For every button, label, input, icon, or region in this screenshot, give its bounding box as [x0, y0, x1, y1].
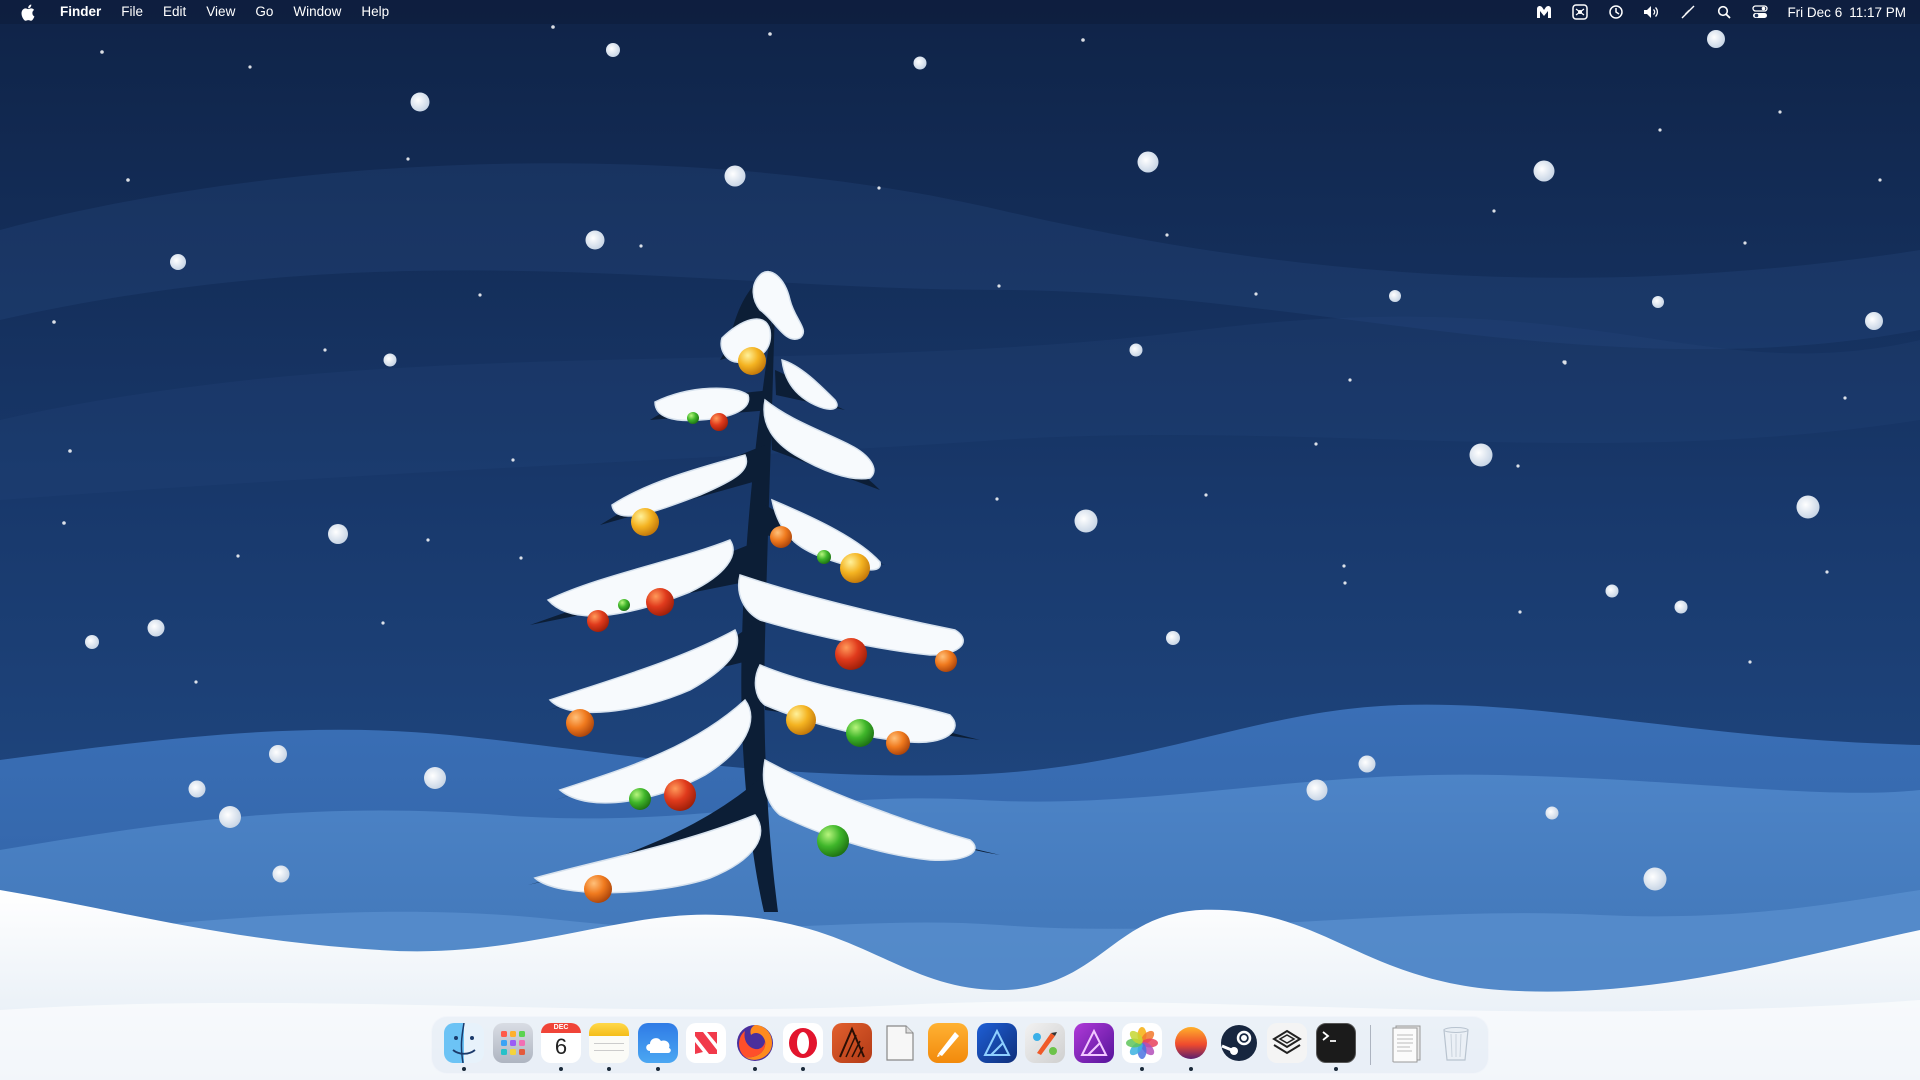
wifi-off-icon[interactable]: [1679, 3, 1697, 21]
menu-help[interactable]: Help: [351, 0, 399, 24]
pages-icon: [928, 1023, 969, 1063]
malwarebytes-icon[interactable]: [1535, 3, 1553, 21]
calendar-icon: DEC 6: [541, 1023, 582, 1063]
notes-icon: [589, 1023, 630, 1063]
dock-item-weather[interactable]: [634, 1019, 682, 1071]
desktop-wallpaper: [0, 0, 1920, 1080]
dock-item-finder[interactable]: [440, 1019, 488, 1071]
running-indicator: [607, 1067, 612, 1071]
striped-app-icon: [831, 1023, 872, 1063]
running-indicator: [462, 1067, 467, 1071]
running-indicator: [1333, 1067, 1338, 1071]
clock-time: 11:17 PM: [1849, 4, 1906, 20]
menu-edit[interactable]: Edit: [153, 0, 196, 24]
keyboard-icon[interactable]: [1571, 3, 1589, 21]
apple-menu-icon[interactable]: [18, 3, 36, 21]
pixelmator-icon: [1025, 1023, 1066, 1063]
steam-icon: [1219, 1023, 1259, 1063]
running-indicator: [655, 1067, 660, 1071]
finder-icon: [444, 1023, 485, 1063]
clock-date: Fri Dec 6: [1787, 4, 1843, 20]
dock-item-textedit[interactable]: [876, 1019, 924, 1071]
dock-item-trash[interactable]: [1431, 1019, 1479, 1071]
calendar-day: 6: [554, 1034, 568, 1059]
dock-item-notes[interactable]: [585, 1019, 633, 1071]
time-machine-icon[interactable]: [1607, 3, 1625, 21]
firefox-icon: [735, 1023, 775, 1063]
dock-separator: [1370, 1025, 1371, 1065]
running-indicator: [1188, 1067, 1193, 1071]
menu-bar-clock[interactable]: Fri Dec 6 11:17 PM: [1787, 5, 1906, 20]
volume-icon[interactable]: [1643, 3, 1661, 21]
photos-icon: [1122, 1023, 1163, 1063]
menu-window[interactable]: Window: [283, 0, 351, 24]
control-center-icon[interactable]: [1751, 3, 1769, 21]
menu-bar-left: Finder File Edit View Go Window Help: [0, 0, 399, 24]
dock-item-sphere-app[interactable]: [1166, 1019, 1214, 1071]
dock-item-photos[interactable]: [1118, 1019, 1166, 1071]
news-icon: [686, 1023, 727, 1063]
menu-file[interactable]: File: [111, 0, 153, 24]
dock-item-calendar[interactable]: DEC 6: [537, 1019, 585, 1071]
menu-bar-status: Fri Dec 6 11:17 PM: [1535, 0, 1906, 24]
dock-item-document-stack[interactable]: [1383, 1019, 1431, 1071]
dock-item-affinity-designer[interactable]: [973, 1019, 1021, 1071]
trash-icon: [1436, 1023, 1476, 1063]
dock-item-parallels[interactable]: [1263, 1019, 1311, 1071]
affinity-designer-icon: [976, 1023, 1017, 1063]
launchpad-icon: [492, 1023, 533, 1063]
document-stack-icon: [1387, 1023, 1427, 1063]
layers-app-icon: [1267, 1023, 1308, 1063]
menu-go[interactable]: Go: [245, 0, 283, 24]
menu-app-name[interactable]: Finder: [52, 0, 111, 24]
calendar-month: DEC: [541, 1023, 582, 1033]
opera-icon: [783, 1023, 824, 1063]
dock-item-terminal[interactable]: [1312, 1019, 1360, 1071]
dock-item-launchpad[interactable]: [488, 1019, 536, 1071]
weather-icon: [637, 1023, 678, 1063]
running-indicator: [1140, 1067, 1145, 1071]
dock-item-pages[interactable]: [924, 1019, 972, 1071]
dock-item-news[interactable]: [682, 1019, 730, 1071]
menu-bar: Finder File Edit View Go Window Help Fri: [0, 0, 1920, 24]
dock: DEC 6: [431, 1016, 1489, 1074]
affinity-photo-icon: [1073, 1023, 1114, 1063]
sphere-app-icon: [1171, 1023, 1211, 1063]
dock-item-steam[interactable]: [1215, 1019, 1263, 1071]
running-indicator: [801, 1067, 806, 1071]
dock-item-firefox[interactable]: [731, 1019, 779, 1071]
textedit-icon: [880, 1023, 920, 1063]
dock-item-pixelmator[interactable]: [1021, 1019, 1069, 1071]
dock-item-affinity-photo[interactable]: [1069, 1019, 1117, 1071]
terminal-icon: [1315, 1023, 1356, 1063]
spotlight-search-icon[interactable]: [1715, 3, 1733, 21]
running-indicator: [559, 1067, 564, 1071]
running-indicator: [752, 1067, 757, 1071]
menu-view[interactable]: View: [196, 0, 245, 24]
dock-item-opera[interactable]: [779, 1019, 827, 1071]
dock-item-affinity-publisher-alt[interactable]: [827, 1019, 875, 1071]
